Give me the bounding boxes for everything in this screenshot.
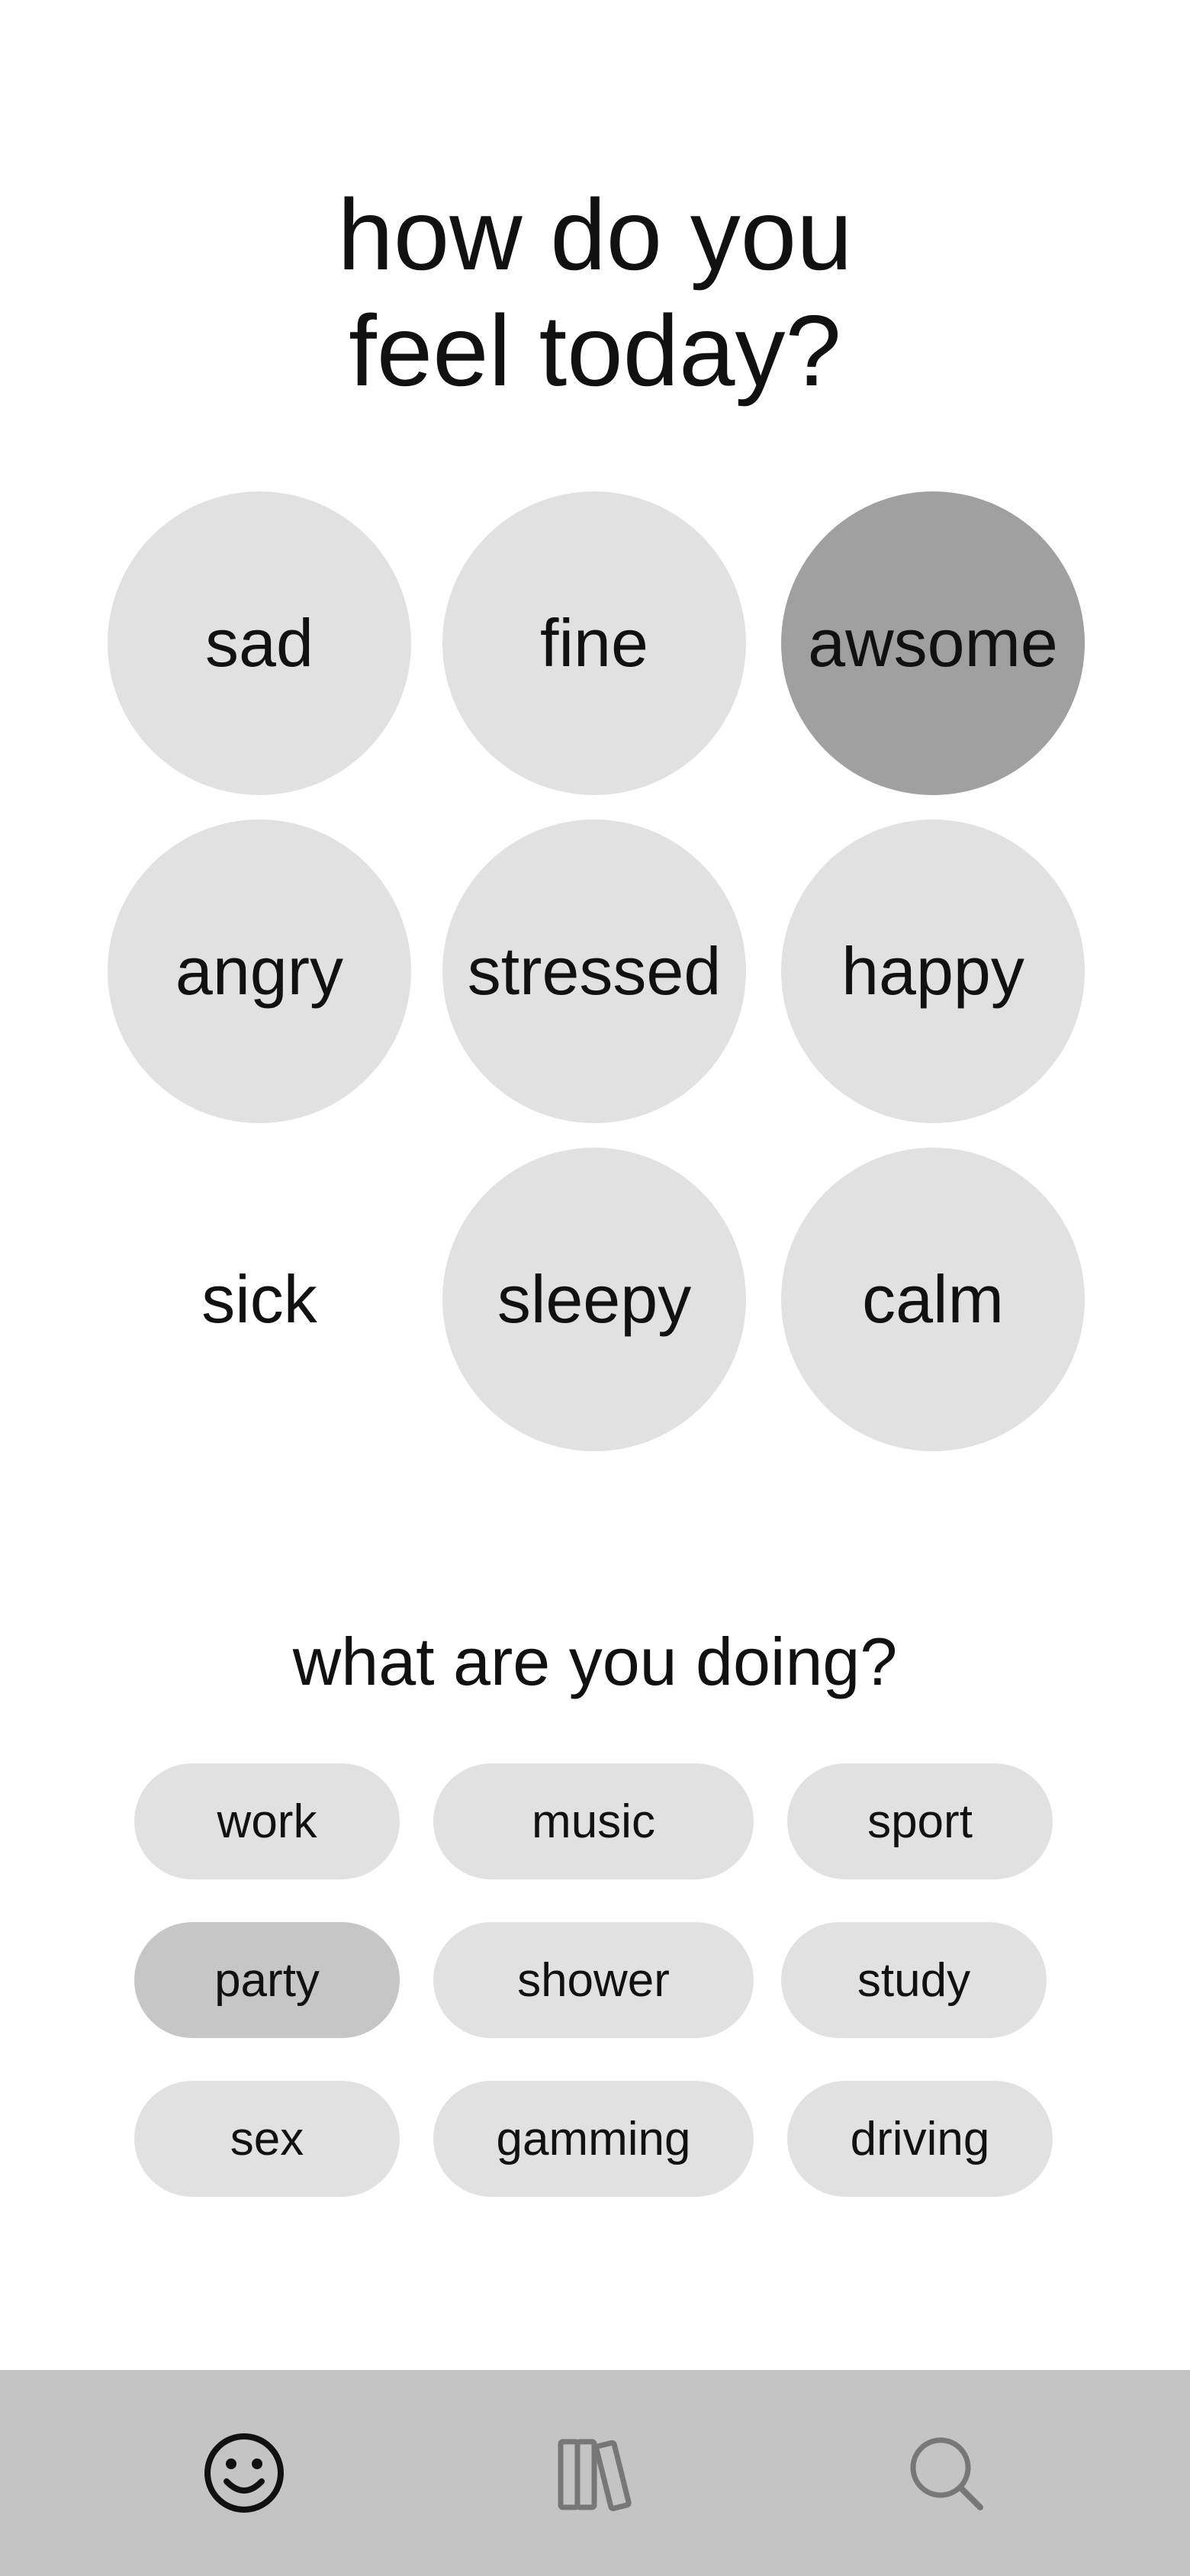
mood-sleepy-button[interactable]: sleepy: [442, 1148, 746, 1451]
chip-label: gamming: [496, 2112, 691, 2165]
chip-label: shower: [517, 1953, 670, 2007]
chip-label: work: [217, 1795, 317, 1848]
nav-mood-button[interactable]: [160, 2370, 328, 2576]
smiley-face-icon: [204, 2433, 284, 2513]
mood-sad-button[interactable]: sad: [108, 491, 411, 795]
chip-label: study: [857, 1953, 971, 2007]
mood-label: sad: [205, 605, 314, 681]
chip-label: driving: [850, 2112, 990, 2165]
mood-label: calm: [862, 1261, 1004, 1337]
nav-search-button[interactable]: [862, 2370, 1030, 2576]
activity-study-chip[interactable]: study: [781, 1922, 1047, 2038]
chip-label: sport: [867, 1795, 973, 1848]
activity-shower-chip[interactable]: shower: [433, 1922, 754, 2038]
mood-label: stressed: [467, 933, 722, 1009]
mood-happy-button[interactable]: happy: [781, 819, 1085, 1123]
activity-work-chip[interactable]: work: [134, 1763, 400, 1879]
mood-calm-button[interactable]: calm: [781, 1148, 1085, 1451]
activity-music-chip[interactable]: music: [433, 1763, 754, 1879]
bottom-navigation: [0, 2370, 1190, 2576]
chip-label: party: [214, 1953, 320, 2007]
mood-label: angry: [175, 933, 344, 1009]
mood-awsome-button[interactable]: awsome: [781, 491, 1085, 795]
activity-party-chip[interactable]: party: [134, 1922, 400, 2038]
activity-sport-chip[interactable]: sport: [787, 1763, 1053, 1879]
nav-library-button[interactable]: [511, 2370, 679, 2576]
chip-label: sex: [230, 2112, 304, 2165]
mood-label: sleepy: [497, 1261, 692, 1337]
activity-driving-chip[interactable]: driving: [787, 2081, 1053, 2197]
mood-label: happy: [841, 933, 1024, 1009]
page-title-line-1: how do you: [337, 179, 853, 291]
activity-sex-chip[interactable]: sex: [134, 2081, 400, 2197]
activity-gamming-chip[interactable]: gamming: [433, 2081, 754, 2197]
mood-fine-button[interactable]: fine: [442, 491, 746, 795]
activities-title: what are you doing?: [292, 1624, 898, 1699]
mood-label: awsome: [808, 605, 1058, 681]
mood-label: fine: [540, 605, 648, 681]
library-books-icon: [558, 2439, 632, 2512]
mood-label: sick: [201, 1261, 317, 1337]
mood-sick-button[interactable]: sick: [108, 1148, 411, 1451]
mood-angry-button[interactable]: angry: [108, 819, 411, 1123]
search-icon: [910, 2437, 983, 2510]
page-title-line-2: feel today?: [349, 295, 841, 407]
chip-label: music: [532, 1795, 655, 1848]
mood-stressed-button[interactable]: stressed: [442, 819, 746, 1123]
page-title: how do you feel today?: [0, 177, 1190, 409]
